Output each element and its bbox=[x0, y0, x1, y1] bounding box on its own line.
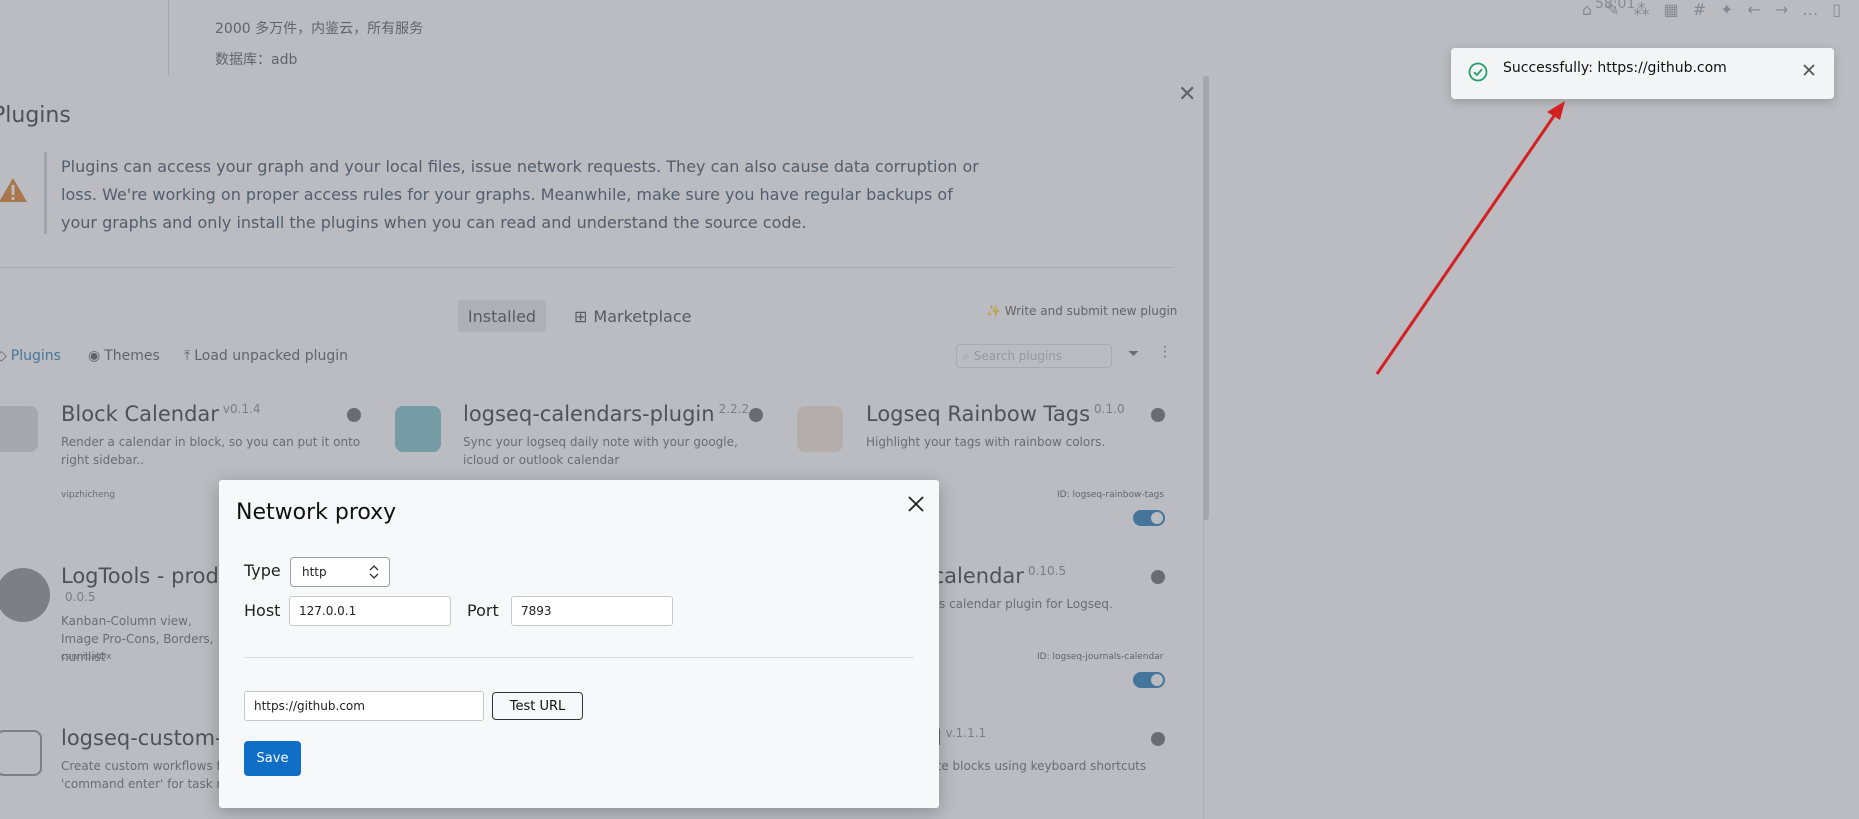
close-icon[interactable] bbox=[1800, 61, 1818, 79]
save-button[interactable]: Save bbox=[244, 741, 301, 776]
close-icon[interactable] bbox=[905, 493, 927, 515]
host-input[interactable] bbox=[289, 596, 451, 626]
port-label: Port bbox=[467, 601, 499, 620]
test-url-button[interactable]: Test URL bbox=[492, 692, 583, 720]
port-input[interactable] bbox=[511, 596, 673, 626]
network-proxy-dialog: Network proxy Type http Host Port Test U… bbox=[219, 480, 939, 808]
divider bbox=[244, 657, 914, 658]
proxy-type-select[interactable]: http bbox=[290, 557, 390, 587]
check-circle-icon bbox=[1468, 62, 1488, 82]
toast-message: Successfully: https://github.com bbox=[1503, 60, 1727, 76]
type-label: Type bbox=[244, 561, 281, 580]
dialog-title: Network proxy bbox=[236, 500, 397, 525]
success-toast: Successfully: https://github.com bbox=[1451, 48, 1834, 99]
proxy-type-value: http bbox=[302, 565, 327, 579]
chevron-updown-icon bbox=[369, 565, 379, 579]
host-label: Host bbox=[244, 601, 281, 620]
test-url-input[interactable] bbox=[244, 691, 484, 721]
